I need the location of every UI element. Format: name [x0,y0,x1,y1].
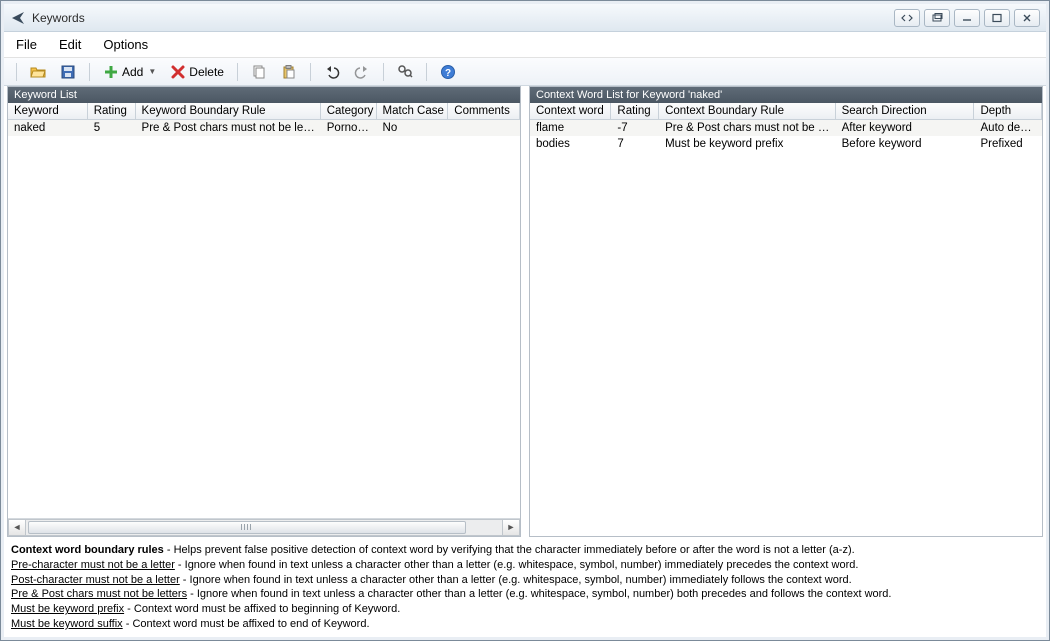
col-context-rule[interactable]: Context Boundary Rule [659,103,836,119]
col-context-word[interactable]: Context word [530,103,611,119]
col-comments[interactable]: Comments [448,103,520,119]
col-category[interactable]: Category [321,103,377,119]
undo-button[interactable] [319,61,345,83]
cell-rule: Pre & Post chars must not be lett… [659,120,836,136]
help-footer: Context word boundary rules - Helps prev… [11,543,1039,632]
keyword-hscroll[interactable]: ◄ ► [8,518,520,536]
titlebar: Keywords [4,4,1046,32]
main-split: Keyword List Keyword Rating Keyword Boun… [7,86,1043,537]
rule-5-name: Must be keyword suffix [11,618,123,630]
cell-category: Porno… [321,120,377,136]
window-buttons [894,9,1040,27]
collapse-button[interactable] [894,9,920,27]
rule-1-name: Pre-character must not be a letter [11,559,175,571]
help-heading: Context word boundary rules [11,544,164,556]
menu-options[interactable]: Options [103,37,148,52]
table-row[interactable]: naked 5 Pre & Post chars must not be let… [8,120,520,136]
cell-word: bodies [530,136,611,152]
restore-alt-button[interactable] [924,9,950,27]
cell-rating: -7 [611,120,659,136]
col-keyword[interactable]: Keyword [8,103,88,119]
rule-5-desc: - Context word must be affixed to end of… [123,618,370,630]
rule-3-desc: - Ignore when found in text unless a cha… [187,588,891,600]
minimize-button[interactable] [954,9,980,27]
menu-file[interactable]: File [16,37,37,52]
delete-button-label: Delete [189,65,224,79]
col-rule[interactable]: Keyword Boundary Rule [136,103,321,119]
rule-1-desc: - Ignore when found in text unless a cha… [175,559,859,571]
col-context-rating[interactable]: Rating [611,103,659,119]
context-list-panel: Context Word List for Keyword 'naked' Co… [529,86,1043,537]
copy-button[interactable] [246,61,272,83]
open-button[interactable] [25,61,51,83]
scroll-left-icon[interactable]: ◄ [8,519,26,536]
col-rating[interactable]: Rating [88,103,136,119]
col-match[interactable]: Match Case [377,103,449,119]
cell-rule: Pre & Post chars must not be letters [136,120,321,136]
scroll-track[interactable] [26,519,502,536]
help-heading-desc: - Helps prevent false positive detection… [164,544,855,556]
rule-3-name: Pre & Post chars must not be letters [11,588,187,600]
window-title: Keywords [32,11,85,25]
add-button[interactable]: Add ▼ [98,61,161,83]
redo-button[interactable] [349,61,375,83]
cell-word: flame [530,120,611,136]
keyword-rows[interactable]: naked 5 Pre & Post chars must not be let… [8,120,520,518]
keyword-columns: Keyword Rating Keyword Boundary Rule Cat… [8,103,520,120]
cell-match: No [377,120,449,136]
table-row[interactable]: bodies 7 Must be keyword prefix Before k… [530,136,1042,152]
svg-text:?: ? [445,68,451,79]
toolbar: Add ▼ Delete ? [4,58,1046,86]
cell-depth: Prefixed [975,136,1043,152]
cell-keyword: naked [8,120,88,136]
context-list-title: Context Word List for Keyword 'naked' [530,87,1042,103]
menubar: File Edit Options [4,32,1046,58]
delete-button[interactable]: Delete [165,61,229,83]
cell-direction: After keyword [836,120,975,136]
keyword-list-title: Keyword List [8,87,520,103]
keyword-list-panel: Keyword List Keyword Rating Keyword Boun… [7,86,521,537]
help-button[interactable]: ? [435,61,461,83]
cell-comments [448,120,520,136]
app-icon [10,10,26,26]
context-rows[interactable]: flame -7 Pre & Post chars must not be le… [530,120,1042,536]
scroll-thumb[interactable] [28,521,466,534]
find-button[interactable] [392,61,418,83]
cell-rating: 7 [611,136,659,152]
menu-edit[interactable]: Edit [59,37,81,52]
col-direction[interactable]: Search Direction [836,103,975,119]
maximize-button[interactable] [984,9,1010,27]
col-depth[interactable]: Depth [974,103,1042,119]
paste-button[interactable] [276,61,302,83]
rule-4-name: Must be keyword prefix [11,603,124,615]
cell-rule: Must be keyword prefix [659,136,836,152]
cell-depth: Auto depth [975,120,1043,136]
rule-2-name: Post-character must not be a letter [11,574,180,586]
cell-rating: 5 [88,120,136,136]
save-button[interactable] [55,61,81,83]
add-button-label: Add [122,65,143,79]
rule-4-desc: - Context word must be affixed to beginn… [124,603,400,615]
context-columns: Context word Rating Context Boundary Rul… [530,103,1042,120]
chevron-down-icon: ▼ [148,67,156,76]
rule-2-desc: - Ignore when found in text unless a cha… [180,574,852,586]
cell-direction: Before keyword [836,136,975,152]
scroll-right-icon[interactable]: ► [502,519,520,536]
table-row[interactable]: flame -7 Pre & Post chars must not be le… [530,120,1042,136]
keywords-window: Keywords File Edit Options [0,0,1050,641]
close-button[interactable] [1014,9,1040,27]
